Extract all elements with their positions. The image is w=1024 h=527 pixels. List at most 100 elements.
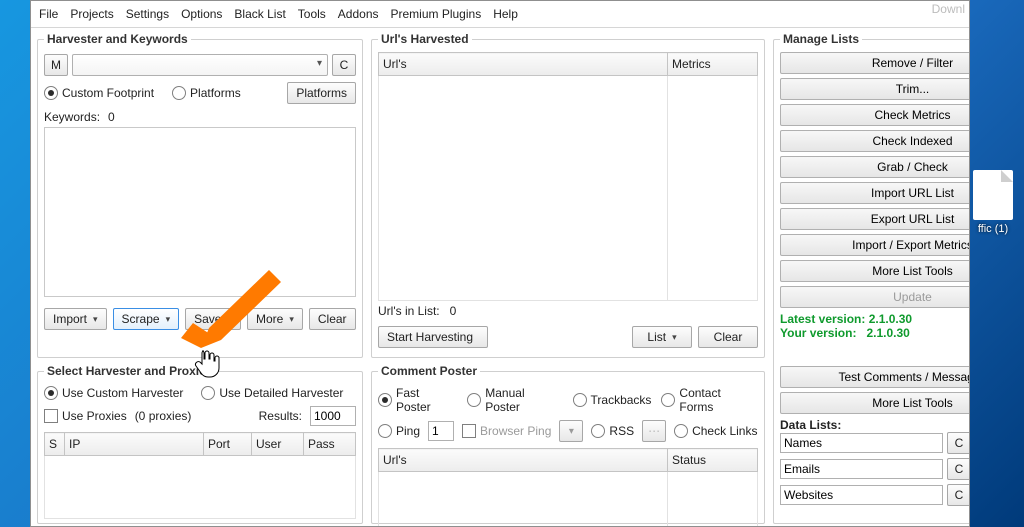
start-harvesting-button[interactable]: Start Harvesting: [378, 326, 488, 348]
radio-dot-icon: [467, 393, 481, 407]
keywords-area[interactable]: [44, 127, 356, 297]
emails-input[interactable]: [780, 459, 943, 479]
menu-options[interactable]: Options: [181, 7, 222, 21]
radio-custom-footprint[interactable]: Custom Footprint: [44, 86, 154, 100]
check-browser-ping: Browser Ping: [462, 424, 551, 438]
footprint-combo[interactable]: [72, 54, 328, 76]
menu-blacklist[interactable]: Black List: [234, 7, 285, 21]
image-icon: ▾: [569, 426, 574, 437]
urls-in-list-count: 0: [450, 304, 457, 318]
panel-manage-lists: Manage Lists Remove / Filter Trim... Che…: [773, 32, 970, 524]
rss-settings-button: ⋯: [642, 420, 666, 442]
clear-keywords-button[interactable]: Clear: [309, 308, 356, 330]
more-list-tools-button[interactable]: More List Tools: [780, 260, 970, 282]
radio-rss[interactable]: RSS: [591, 424, 634, 438]
m-button[interactable]: M: [44, 54, 68, 76]
menubar: File Projects Settings Options Black Lis…: [31, 1, 969, 28]
data-lists-label: Data Lists:: [780, 418, 970, 432]
menu-tools[interactable]: Tools: [298, 7, 326, 21]
col-ip[interactable]: IP: [65, 433, 204, 456]
radio-trackbacks[interactable]: Trackbacks: [573, 393, 652, 407]
platforms-button[interactable]: Platforms: [287, 82, 356, 104]
urls-in-list-label: Url's in List:: [378, 304, 440, 318]
panel-legend: Harvester and Keywords: [44, 32, 191, 46]
radio-fast-poster[interactable]: Fast Poster: [378, 386, 457, 414]
radio-use-detailed-harvester[interactable]: Use Detailed Harvester: [201, 386, 343, 400]
gear-icon: ⋯: [648, 424, 660, 438]
radio-dot-icon: [591, 424, 605, 438]
checkbox-icon: [44, 409, 58, 423]
ping-value-input[interactable]: [428, 421, 454, 441]
datalist-row-websites: C Open E: [780, 484, 970, 506]
col-urls[interactable]: Url's: [379, 53, 668, 76]
check-use-proxies[interactable]: Use Proxies: [44, 409, 127, 423]
browser-ping-icon-button: ▾: [559, 420, 583, 442]
menu-help[interactable]: Help: [493, 7, 518, 21]
websites-clear-button[interactable]: C: [947, 484, 970, 506]
radio-platforms[interactable]: Platforms: [172, 86, 241, 100]
panel-legend: Manage Lists: [780, 32, 862, 46]
panel-harvester-keywords: Harvester and Keywords M C Custom Footpr…: [37, 32, 363, 358]
import-export-metrics-button[interactable]: Import / Export Metrics: [780, 234, 970, 256]
websites-input[interactable]: [780, 485, 943, 505]
remove-filter-button[interactable]: Remove / Filter: [780, 52, 970, 74]
radio-custom-footprint-label: Custom Footprint: [62, 86, 154, 100]
col-status[interactable]: Status: [668, 449, 758, 472]
menu-file[interactable]: File: [39, 7, 58, 21]
proxy-table[interactable]: S IP Port User Pass: [44, 432, 356, 519]
more-list-tools-2-button[interactable]: More List Tools: [780, 392, 970, 414]
poster-table[interactable]: Url's Status: [378, 448, 758, 527]
keywords-label: Keywords:: [44, 110, 100, 124]
menu-addons[interactable]: Addons: [338, 7, 379, 21]
menu-premium-plugins[interactable]: Premium Plugins: [391, 7, 482, 21]
test-comments-button[interactable]: Test Comments / Messages: [780, 366, 970, 388]
import-button[interactable]: Import: [44, 308, 107, 330]
keywords-count: 0: [108, 110, 115, 124]
scrape-button[interactable]: Scrape: [113, 308, 180, 330]
names-clear-button[interactable]: C: [947, 432, 970, 454]
save-button[interactable]: Save: [185, 308, 241, 330]
results-input[interactable]: [310, 406, 356, 426]
export-url-list-button[interactable]: Export URL List: [780, 208, 970, 230]
panel-urls-harvested: Url's Harvested Url's Metrics Url's in L…: [371, 32, 765, 358]
check-indexed-button[interactable]: Check Indexed: [780, 130, 970, 152]
panel-legend: Url's Harvested: [378, 32, 472, 46]
latest-version: Latest version: 2.1.0.30: [780, 312, 970, 326]
list-button[interactable]: List: [632, 326, 692, 348]
radio-dot-icon: [44, 386, 58, 400]
radio-dot-icon: [573, 393, 587, 407]
radio-dot-icon: [44, 86, 58, 100]
your-version: Your version: 2.1.0.30: [780, 326, 970, 340]
trim-button[interactable]: Trim...: [780, 78, 970, 100]
desktop-file-icon[interactable]: ffic (1): [968, 170, 1018, 235]
col-urls[interactable]: Url's: [379, 449, 668, 472]
check-metrics-button[interactable]: Check Metrics: [780, 104, 970, 126]
col-s[interactable]: S: [45, 433, 65, 456]
radio-platforms-label: Platforms: [190, 86, 241, 100]
radio-dot-icon: [201, 386, 215, 400]
radio-manual-poster[interactable]: Manual Poster: [467, 386, 562, 414]
col-user[interactable]: User: [252, 433, 304, 456]
menu-projects[interactable]: Projects: [70, 7, 113, 21]
update-button: Update: [780, 286, 970, 308]
results-label: Results:: [259, 409, 302, 423]
emails-clear-button[interactable]: C: [947, 458, 970, 480]
more-button[interactable]: More: [247, 308, 303, 330]
radio-check-links[interactable]: Check Links: [674, 424, 757, 438]
menu-settings[interactable]: Settings: [126, 7, 169, 21]
col-metrics[interactable]: Metrics: [668, 53, 758, 76]
c-button[interactable]: C: [332, 54, 356, 76]
import-url-list-button[interactable]: Import URL List: [780, 182, 970, 204]
col-pass[interactable]: Pass: [304, 433, 356, 456]
radio-ping[interactable]: Ping: [378, 424, 420, 438]
panel-legend: Comment Poster: [378, 364, 480, 378]
clear-urls-button[interactable]: Clear: [698, 326, 758, 348]
datalist-row-names: C Open E: [780, 432, 970, 454]
radio-dot-icon: [172, 86, 186, 100]
names-input[interactable]: [780, 433, 943, 453]
radio-contact-forms[interactable]: Contact Forms: [661, 386, 758, 414]
grab-check-button[interactable]: Grab / Check: [780, 156, 970, 178]
urls-table[interactable]: Url's Metrics: [378, 52, 758, 301]
radio-use-custom-harvester[interactable]: Use Custom Harvester: [44, 386, 183, 400]
col-port[interactable]: Port: [204, 433, 252, 456]
